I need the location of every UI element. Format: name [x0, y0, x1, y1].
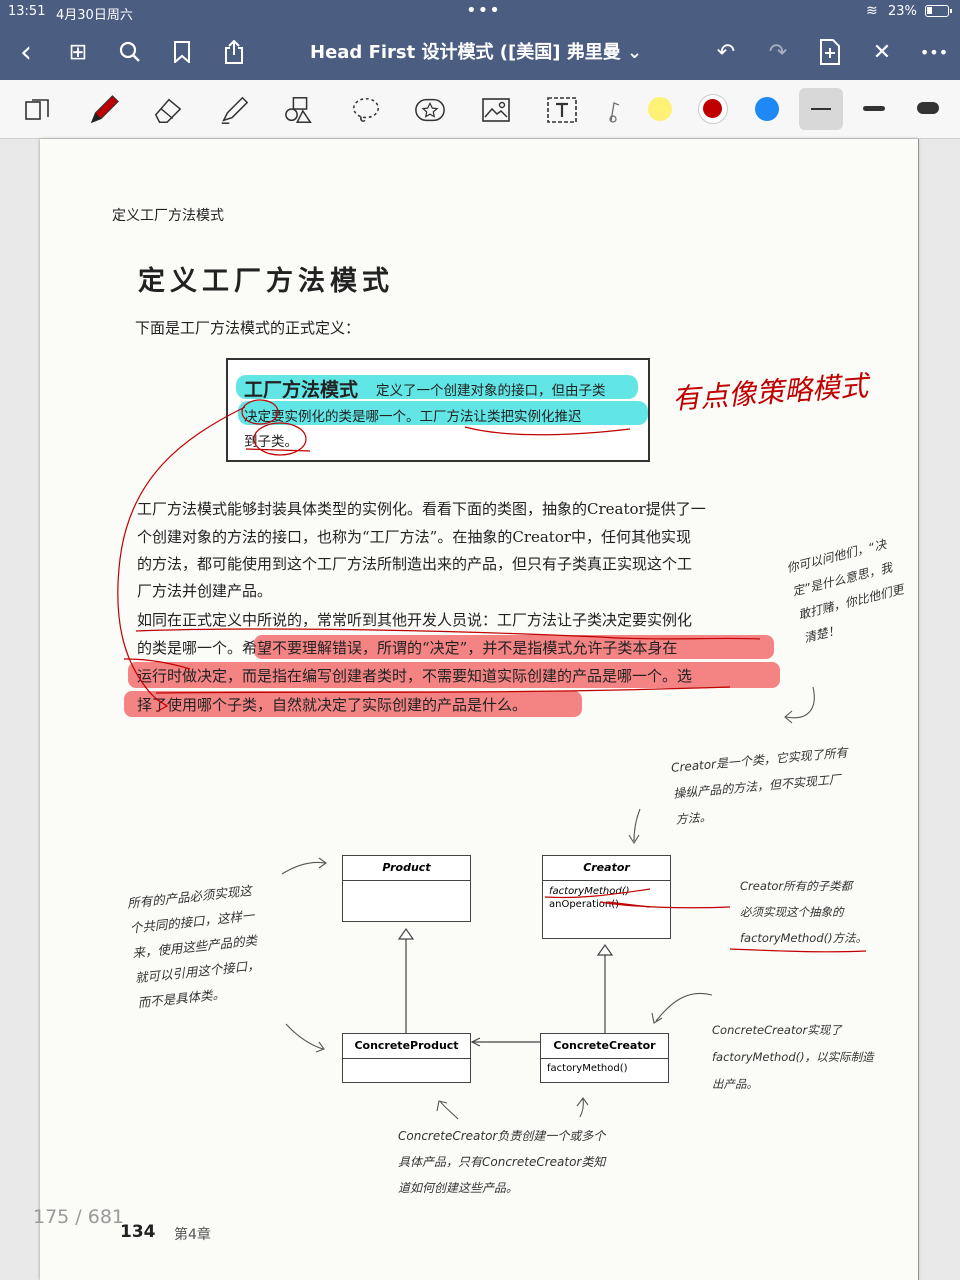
color-red-swatch[interactable] — [698, 94, 728, 124]
uml-concrete-creator-method: factoryMethod() — [547, 1063, 628, 1074]
uml-concrete-creator-title: ConcreteCreator — [541, 1034, 668, 1059]
annotation-toolbar — [0, 80, 960, 139]
sticker-tool-icon[interactable] — [414, 94, 446, 126]
uml-creator-title: Creator — [543, 856, 670, 881]
uml-connectors — [397, 927, 614, 1047]
body-line-8: 择了使用哪个子类，自然就决定了实际创建的产品是什么。 — [137, 696, 528, 714]
body-line-3: 的方法，都可能使用到这个工厂方法所制造出来的产品，但只有子类真正实现这个工 — [137, 555, 693, 573]
bottom-annotation-line: ConcreteCreator负责创建一个或多个 — [398, 1129, 606, 1143]
definition-bold: 工厂方法模式 — [244, 379, 359, 401]
body-line-1: 工厂方法模式能够封装具体类型的实例化。看看下面的类图，抽象的Creator提供了… — [137, 500, 706, 518]
section-heading: 定义工厂方法模式 — [138, 266, 394, 297]
status-time: 13:51 — [8, 4, 46, 19]
body-line-2: 个创建对象的方法的接口，也称为“工厂方法”。在抽象的Creator中，任何其他实… — [137, 528, 692, 546]
side-note: 你可以问他们，“决 定”是什么意思，我 敢打赌，你比他们更 清楚！ — [784, 531, 912, 650]
redo-icon[interactable]: ↷ — [762, 36, 794, 68]
subclasses-annotation: Creator所有的子类都 必须实现这个抽象的 factoryMethod()方… — [740, 873, 867, 951]
battery-percent: 23% — [888, 4, 917, 19]
stroke-thin-option[interactable] — [799, 88, 843, 130]
shapes-tool-icon[interactable] — [284, 94, 316, 126]
color-yellow-swatch[interactable] — [648, 97, 672, 121]
close-icon[interactable]: ✕ — [866, 36, 898, 68]
stroke-medium-option[interactable] — [863, 106, 885, 111]
uml-concrete-creator: ConcreteCreator factoryMethod() — [540, 1033, 669, 1083]
read-mode-icon[interactable] — [22, 94, 54, 126]
color-blue-swatch[interactable] — [755, 97, 779, 121]
document-title-text: Head First 设计模式 ([美国] 弗里曼 — [310, 42, 621, 63]
bookmark-icon[interactable] — [166, 36, 198, 68]
handwritten-note: 有点像策略模式 — [671, 369, 870, 416]
lasso-tool-icon[interactable] — [350, 94, 382, 126]
multitask-dots-icon[interactable]: ••• — [466, 0, 501, 21]
text-tool-icon[interactable] — [546, 94, 578, 126]
search-icon[interactable] — [114, 36, 146, 68]
top-bar: 13:51 4月30日周六 ••• ≋ 23% ‹ ⊞ Head First 设… — [0, 0, 960, 80]
eraser-tool-icon[interactable] — [152, 94, 184, 126]
battery-icon — [925, 5, 952, 17]
subclasses-annotation-line: 必须实现这个抽象的 — [740, 905, 844, 919]
book-page[interactable]: 定义工厂方法模式 定义工厂方法模式 下面是工厂方法模式的正式定义： 工厂方法模式… — [40, 139, 918, 1280]
definition-line-2: 决定要实例化的类是哪一个。工厂方法让类把实例化推迟 — [244, 409, 582, 425]
uml-concrete-product-title: ConcreteProduct — [343, 1034, 470, 1059]
body-line-5: 如同在正式定义中所说的，常常听到其他开发人员说：工厂方法让子类决定要实例化 — [137, 611, 693, 629]
body-line-4: 厂方法并创建产品。 — [137, 582, 273, 600]
back-icon[interactable]: ‹ — [10, 35, 42, 70]
chevron-down-icon: ⌄ — [627, 42, 643, 63]
highlighter-tool-icon[interactable] — [218, 94, 250, 126]
uml-creator-method: anOperation() — [549, 899, 620, 910]
wifi-icon: ≋ — [866, 3, 878, 19]
running-header: 定义工厂方法模式 — [112, 208, 224, 224]
uml-creator-method: factoryMethod() — [549, 886, 630, 897]
body-line-7: 运行时做决定，而是指在编写创建者类时，不需要知道实际创建的产品是哪一个。选 — [137, 667, 693, 685]
definition-line-1: 定义了一个创建对象的接口，但由子类 — [376, 383, 606, 399]
status-date: 4月30日周六 — [56, 8, 133, 23]
uml-concrete-product: ConcreteProduct — [342, 1033, 471, 1083]
body-line-6: 的类是哪一个。希望不要理解错误，所谓的“决定”，并不是指模式允许子类本身在 — [137, 639, 678, 657]
grid-icon[interactable]: ⊞ — [62, 36, 94, 68]
creator-annotation: Creator是一个类，它实现了所有 操纵产品的方法，但不实现工厂 方法。 — [670, 740, 853, 833]
bottom-annotation-line: 具体产品，只有ConcreteCreator类知 — [398, 1155, 606, 1169]
image-tool-icon[interactable] — [480, 94, 512, 126]
concrete-creator-annotation-line: ConcreteCreator实现了 — [712, 1023, 842, 1037]
uml-creator: Creator factoryMethod() anOperation() — [542, 855, 671, 939]
uml-product: Product — [342, 855, 471, 922]
more-tools-icon[interactable] — [604, 94, 624, 126]
bottom-annotation: ConcreteCreator负责创建一个或多个 具体产品，只有Concrete… — [398, 1123, 605, 1201]
subclasses-annotation-line: factoryMethod()方法。 — [740, 931, 868, 945]
product-annotation: 所有的产品必须实现这 个共同的接口，这样一 来，使用这些产品的类 就可以引用这个… — [126, 878, 263, 1015]
concrete-creator-annotation-line: 出产品。 — [712, 1077, 758, 1091]
status-bar: 13:51 4月30日周六 ••• ≋ 23% — [0, 0, 960, 24]
subclasses-annotation-line: Creator所有的子类都 — [740, 879, 853, 893]
nav-bar: ‹ ⊞ Head First 设计模式 ([美国] 弗里曼 ⌄ ↶ ↷ ✕ ••… — [0, 24, 960, 80]
undo-icon[interactable]: ↶ — [710, 36, 742, 68]
bottom-annotation-line: 道如何创建这些产品。 — [398, 1181, 519, 1195]
page-number: 134 — [120, 1222, 156, 1242]
document-title[interactable]: Head First 设计模式 ([美国] 弗里曼 ⌄ — [310, 38, 642, 64]
page-counter: 175 / 681 — [33, 1206, 125, 1228]
more-icon[interactable]: ••• — [918, 36, 950, 68]
intro-text: 下面是工厂方法模式的正式定义： — [135, 319, 361, 337]
chapter-label: 第4章 — [174, 1227, 211, 1243]
uml-product-title: Product — [343, 856, 470, 881]
stroke-thick-option[interactable] — [917, 102, 939, 114]
share-icon[interactable] — [218, 36, 250, 68]
add-page-icon[interactable] — [814, 36, 846, 68]
pen-tool-icon[interactable] — [88, 94, 120, 126]
concrete-creator-annotation-line: factoryMethod()，以实际制造 — [712, 1050, 874, 1064]
concrete-creator-annotation: ConcreteCreator实现了 factoryMethod()，以实际制造… — [712, 1017, 874, 1098]
definition-line-3: 到子类。 — [244, 434, 298, 450]
